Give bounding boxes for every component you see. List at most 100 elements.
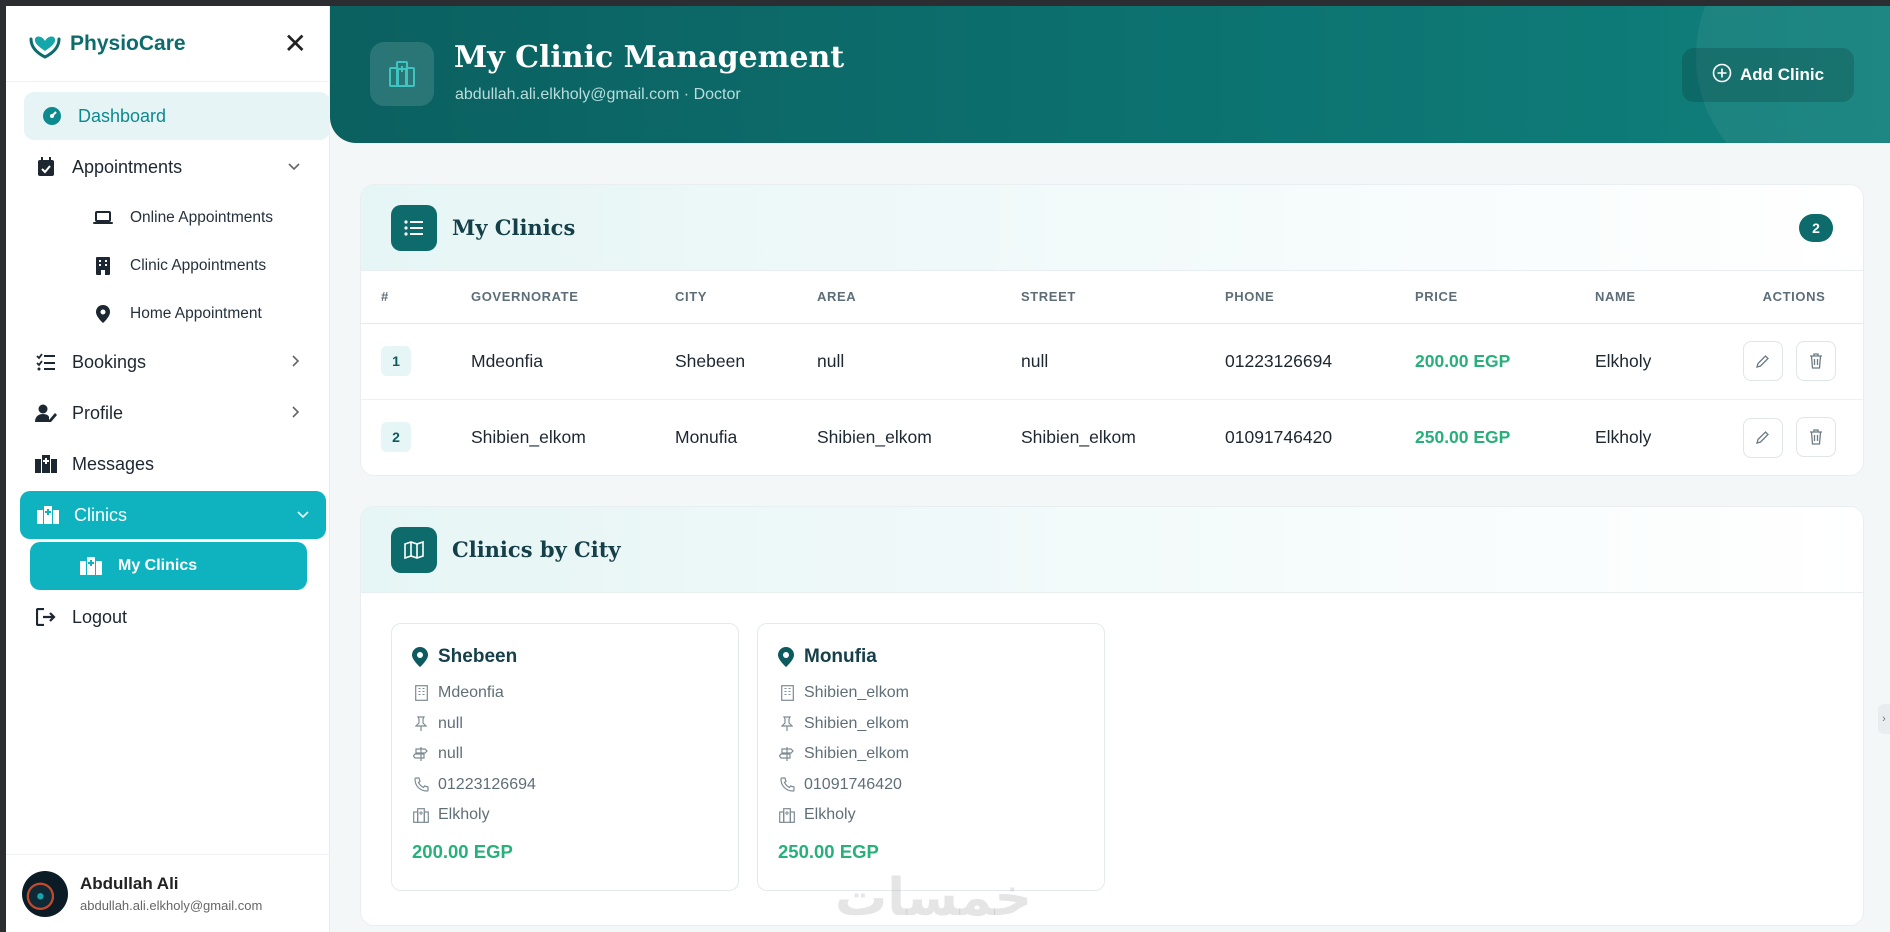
edit-button[interactable] bbox=[1742, 417, 1783, 458]
sidebar-item-my-clinics[interactable]: My Clinics bbox=[30, 542, 307, 590]
location-pin-icon bbox=[778, 647, 794, 667]
sidebar-item-profile[interactable]: Profile bbox=[18, 389, 317, 437]
logout-icon bbox=[34, 605, 58, 629]
sidebar-item-label: Logout bbox=[72, 606, 128, 627]
list-icon bbox=[391, 204, 437, 251]
column-header: STREET bbox=[1021, 271, 1225, 324]
clinics-by-city-card: Clinics by City Shebeen Mdeonfia null nu… bbox=[360, 506, 1864, 926]
city-name: Shebeen bbox=[438, 646, 518, 667]
governorate-cell: Mdeonfia bbox=[471, 323, 675, 400]
actions-cell bbox=[1725, 399, 1863, 475]
street-cell: null bbox=[1021, 323, 1225, 400]
signpost-icon bbox=[412, 746, 430, 762]
user-profile[interactable]: Abdullah Ali abdullah.ali.elkholy@gmail.… bbox=[6, 854, 330, 932]
city-card-row: Mdeonfia bbox=[412, 678, 718, 709]
delete-button[interactable] bbox=[1796, 417, 1837, 457]
city-card-row: Elkholy bbox=[412, 800, 718, 831]
sidebar-item-label: Appointments bbox=[72, 156, 183, 177]
calendar-check-icon bbox=[34, 155, 58, 179]
clinic-name-value: Elkholy bbox=[438, 806, 490, 824]
price-cell: 200.00 EGP bbox=[1415, 323, 1595, 400]
column-header: PHONE bbox=[1225, 271, 1415, 324]
row-number-badge: 2 bbox=[381, 422, 411, 453]
appointments-submenu: Online Appointments Clinic Appointments … bbox=[18, 194, 317, 338]
close-sidebar-button[interactable]: ✕ bbox=[284, 29, 307, 58]
brand-header: PhysioCare ✕ bbox=[6, 6, 329, 82]
governorate-value: Shibien_elkom bbox=[804, 684, 909, 702]
sidebar-item-dashboard[interactable]: Dashboard bbox=[24, 92, 330, 140]
sidebar-item-messages[interactable]: Messages bbox=[18, 440, 317, 488]
city-card: Shebeen Mdeonfia null null 01223126694 E… bbox=[391, 623, 739, 891]
sidebar-item-label: Profile bbox=[72, 402, 124, 423]
phone-value: 01091746420 bbox=[804, 775, 902, 793]
pencil-icon bbox=[1756, 431, 1769, 444]
chevron-down-icon bbox=[296, 507, 310, 523]
add-clinic-button[interactable]: Add Clinic bbox=[1682, 48, 1854, 102]
city-card-row: Shibien_elkom bbox=[778, 709, 1084, 740]
sidebar-item-label: Online Appointments bbox=[130, 209, 274, 226]
hospital-buildings-icon bbox=[80, 557, 102, 575]
sidebar-item-clinic-appointments[interactable]: Clinic Appointments bbox=[70, 242, 317, 290]
location-pin-icon bbox=[412, 647, 428, 667]
city-cell: Shebeen bbox=[675, 323, 817, 400]
street-value: Shibien_elkom bbox=[804, 745, 909, 763]
column-header: # bbox=[361, 271, 471, 324]
building-icon bbox=[92, 257, 114, 275]
user-info: Abdullah Ali abdullah.ali.elkholy@gmail.… bbox=[80, 874, 262, 913]
sidebar-item-label: Home Appointment bbox=[130, 305, 262, 322]
hospital-outline-icon bbox=[412, 807, 430, 823]
chevron-right-icon bbox=[291, 354, 301, 371]
clinic-count-badge: 2 bbox=[1799, 213, 1833, 242]
price-cell: 250.00 EGP bbox=[1415, 426, 1511, 447]
sidebar-item-label: Bookings bbox=[72, 351, 147, 372]
section-title: My Clinics bbox=[452, 215, 576, 240]
edit-button[interactable] bbox=[1742, 341, 1783, 382]
sidebar-item-online-appointments[interactable]: Online Appointments bbox=[70, 194, 317, 242]
my-clinics-card: My Clinics 2 # GOVERNORATE CITY AREA STR… bbox=[360, 184, 1864, 476]
page-title: My Clinic Management bbox=[454, 40, 845, 75]
street-value: null bbox=[438, 745, 463, 763]
name-cell: Elkholy bbox=[1595, 323, 1725, 400]
add-clinic-label: Add Clinic bbox=[1739, 65, 1825, 84]
clinics-by-city-header: Clinics by City bbox=[361, 507, 1863, 593]
building-outline-icon bbox=[412, 685, 430, 702]
sidebar-nav: Dashboard Appointments Online Appointmen… bbox=[6, 82, 330, 654]
area-cell: null bbox=[817, 323, 1021, 400]
laptop-icon bbox=[92, 210, 114, 226]
app-window: PhysioCare ✕ Dashboard Appointments Onli… bbox=[6, 6, 1890, 932]
map-icon bbox=[391, 526, 437, 573]
city-card-row: null bbox=[412, 739, 718, 770]
phone-cell: 01091746420 bbox=[1225, 426, 1333, 447]
sidebar-item-home-appointment[interactable]: Home Appointment bbox=[70, 290, 317, 338]
main-content: My Clinic Management abdullah.ali.elkhol… bbox=[330, 6, 1890, 932]
building-outline-icon bbox=[778, 685, 796, 702]
city-name: Monufia bbox=[804, 646, 877, 667]
sidebar-item-label: Dashboard bbox=[78, 105, 167, 126]
city-card-title: Monufia bbox=[778, 646, 1084, 668]
area-value: Shibien_elkom bbox=[804, 714, 909, 732]
column-header: NAME bbox=[1595, 271, 1725, 324]
sidebar-item-appointments[interactable]: Appointments bbox=[18, 143, 317, 191]
sidebar-item-logout[interactable]: Logout bbox=[18, 593, 317, 641]
name-cell: Elkholy bbox=[1595, 426, 1652, 447]
column-header: GOVERNORATE bbox=[471, 271, 675, 324]
section-title: Clinics by City bbox=[452, 537, 621, 562]
city-card-row: null bbox=[412, 709, 718, 740]
trash-icon bbox=[1810, 429, 1823, 445]
user-name: Abdullah Ali bbox=[80, 874, 179, 893]
location-pin-icon bbox=[92, 305, 114, 323]
pushpin-icon bbox=[412, 716, 430, 732]
sidebar-item-bookings[interactable]: Bookings bbox=[18, 338, 317, 386]
city-card-row: 01223126694 bbox=[412, 770, 718, 801]
my-clinics-header: My Clinics 2 bbox=[361, 185, 1863, 271]
delete-button[interactable] bbox=[1796, 340, 1837, 381]
clinic-name-value: Elkholy bbox=[804, 806, 856, 824]
table-header-row: # GOVERNORATE CITY AREA STREET PHONE PRI… bbox=[361, 271, 1863, 324]
sidebar-item-label: My Clinics bbox=[118, 557, 198, 574]
hospital-buildings-icon bbox=[36, 503, 60, 527]
city-card: Monufia Shibien_elkom Shibien_elkom Shib… bbox=[757, 623, 1105, 891]
sidebar-item-clinics[interactable]: Clinics bbox=[20, 491, 326, 539]
city-card-row: Elkholy bbox=[778, 800, 1084, 831]
side-panel-toggle[interactable]: › bbox=[1878, 704, 1890, 734]
phone-icon bbox=[778, 777, 796, 792]
